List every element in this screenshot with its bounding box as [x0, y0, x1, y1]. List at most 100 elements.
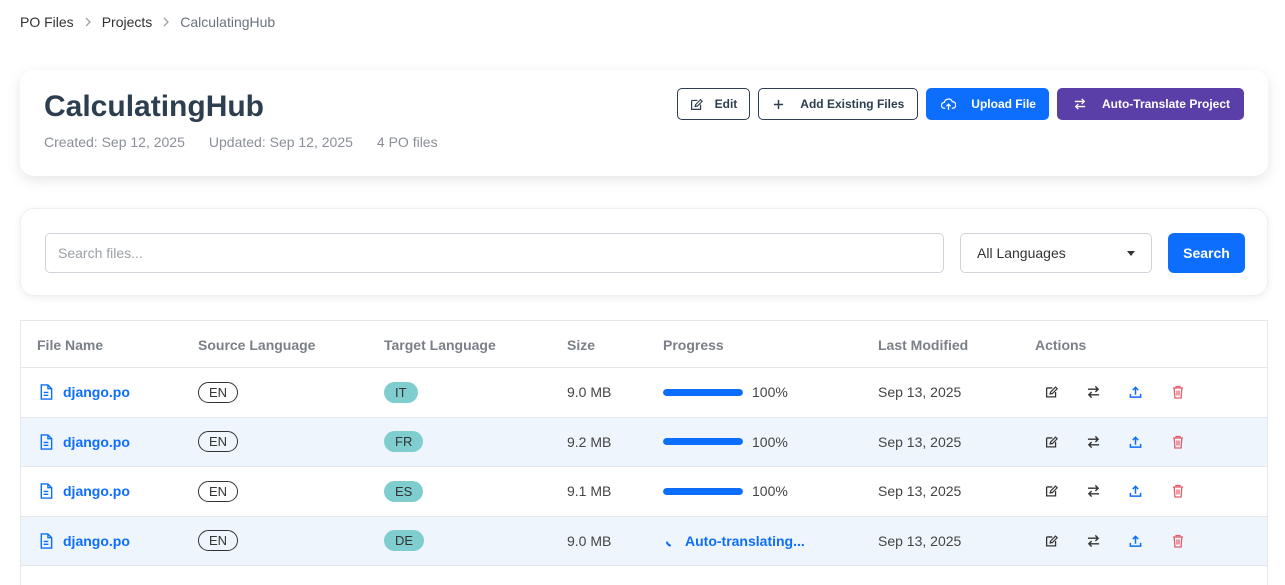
- project-actions: Edit Add Existing Files Upload File Auto…: [676, 88, 1244, 120]
- last-modified: Sep 13, 2025: [878, 433, 962, 450]
- progress-label: 100%: [752, 384, 788, 401]
- file-size: 9.1 MB: [567, 483, 612, 500]
- file-size: 9.0 MB: [567, 532, 612, 549]
- file-name-link[interactable]: django.po: [39, 517, 130, 566]
- target-language-badge: DE: [384, 530, 425, 552]
- add-existing-files-button[interactable]: Add Existing Files: [758, 88, 919, 120]
- row-actions: [1045, 517, 1185, 566]
- table-header: File Name Source Language Target Languag…: [21, 321, 1267, 368]
- source-language-cell: EN: [198, 517, 239, 566]
- upload-icon[interactable]: [1129, 435, 1142, 448]
- upload-icon[interactable]: [1129, 485, 1142, 498]
- file-name: django.po: [63, 483, 130, 500]
- file-icon: [39, 384, 53, 401]
- file-name: django.po: [63, 433, 130, 450]
- header-file-name[interactable]: File Name: [37, 337, 103, 353]
- auto-translating-status: Auto-translating...: [685, 532, 805, 549]
- progress-label: 100%: [752, 433, 788, 450]
- language-select-value: All Languages: [977, 245, 1066, 261]
- file-icon: [39, 483, 53, 500]
- header-last-modified[interactable]: Last Modified: [878, 337, 968, 353]
- language-select[interactable]: All Languages: [960, 233, 1152, 273]
- target-language-cell: IT: [384, 368, 418, 417]
- trash-icon[interactable]: [1172, 435, 1184, 449]
- search-input[interactable]: [45, 233, 944, 273]
- cloud-upload-icon: [941, 97, 957, 111]
- header-source-language[interactable]: Source Language: [198, 337, 315, 353]
- translate-arrows-icon[interactable]: [1087, 534, 1100, 547]
- translate-arrows-icon[interactable]: [1087, 435, 1100, 448]
- source-language-badge: EN: [198, 431, 239, 453]
- trash-icon[interactable]: [1172, 534, 1184, 548]
- progress-bar: [663, 487, 743, 495]
- header-actions: Actions: [1035, 337, 1087, 353]
- progress-fill: [663, 388, 743, 396]
- file-name-link[interactable]: django.po: [39, 467, 130, 516]
- last-modified: Sep 13, 2025: [878, 483, 962, 500]
- trash-icon[interactable]: [1172, 484, 1184, 498]
- translate-arrows-icon[interactable]: [1087, 485, 1100, 498]
- chevron-right-icon: [162, 17, 170, 27]
- edit-label: Edit: [714, 97, 738, 111]
- progress-cell: 100%: [663, 467, 788, 516]
- upload-icon[interactable]: [1129, 386, 1142, 399]
- progress-fill: [663, 487, 743, 495]
- edit-icon[interactable]: [1045, 485, 1058, 498]
- row-actions: [1045, 418, 1185, 467]
- trash-icon[interactable]: [1172, 385, 1184, 399]
- add-existing-label: Add Existing Files: [800, 97, 905, 111]
- file-name: django.po: [63, 532, 130, 549]
- updated-date: Updated: Sep 12, 2025: [208, 134, 353, 150]
- edit-button[interactable]: Edit: [676, 88, 751, 120]
- translate-arrows-icon: [1074, 98, 1086, 110]
- project-header-card: CalculatingHub Created: Sep 12, 2025 Upd…: [20, 70, 1268, 176]
- file-name: django.po: [63, 384, 130, 401]
- auto-translate-label: Auto-Translate Project: [1101, 97, 1230, 111]
- source-language-badge: EN: [198, 381, 239, 403]
- project-meta: Created: Sep 12, 2025 Updated: Sep 12, 2…: [44, 134, 462, 150]
- upload-file-button[interactable]: Upload File: [926, 88, 1049, 120]
- translate-arrows-icon[interactable]: [1087, 386, 1100, 399]
- progress-bar: [663, 388, 743, 396]
- file-icon: [39, 532, 53, 549]
- source-language-badge: EN: [198, 480, 239, 502]
- edit-icon[interactable]: [1045, 435, 1058, 448]
- plus-icon: [773, 99, 784, 110]
- last-modified: Sep 13, 2025: [878, 384, 962, 401]
- target-language-badge: IT: [384, 381, 418, 403]
- edit-icon[interactable]: [1045, 386, 1058, 399]
- target-language-badge: FR: [384, 431, 424, 453]
- progress-bar: [663, 438, 743, 446]
- table-row: django.po EN FR 9.2 MB 100% Sep 13, 2025: [21, 417, 1267, 467]
- file-size: 9.0 MB: [567, 384, 612, 401]
- file-name-link[interactable]: django.po: [39, 368, 130, 417]
- progress-cell: 100%: [663, 418, 788, 467]
- file-icon: [39, 433, 53, 450]
- progress-cell: Auto-translating...: [663, 517, 805, 566]
- header-progress[interactable]: Progress: [663, 337, 724, 353]
- edit-icon[interactable]: [1045, 534, 1058, 547]
- breadcrumb-po-files[interactable]: PO Files: [20, 14, 74, 30]
- table-row: django.po EN ES 9.1 MB 100% Sep 13, 2025: [21, 467, 1267, 517]
- table-body: django.po EN IT 9.0 MB 100% Sep 13, 2025…: [21, 368, 1267, 566]
- created-date: Created: Sep 12, 2025: [44, 134, 185, 150]
- table-row: django.po EN DE 9.0 MB Auto-translating.…: [21, 516, 1267, 566]
- source-language-badge: EN: [198, 530, 239, 552]
- search-button[interactable]: Search: [1168, 233, 1245, 273]
- target-language-cell: DE: [384, 517, 425, 566]
- progress-fill: [663, 438, 743, 446]
- caret-down-icon: [1127, 250, 1135, 256]
- auto-translate-project-button[interactable]: Auto-Translate Project: [1056, 88, 1244, 120]
- breadcrumb-projects[interactable]: Projects: [102, 14, 153, 30]
- source-language-cell: EN: [198, 368, 239, 417]
- chevron-right-icon: [84, 17, 92, 27]
- breadcrumb: PO Files Projects CalculatingHub: [20, 14, 275, 30]
- target-language-cell: ES: [384, 467, 424, 516]
- file-name-link[interactable]: django.po: [39, 418, 130, 467]
- header-size[interactable]: Size: [567, 337, 595, 353]
- edit-icon: [690, 98, 703, 111]
- upload-icon[interactable]: [1129, 534, 1142, 547]
- source-language-cell: EN: [198, 467, 239, 516]
- source-language-cell: EN: [198, 418, 239, 467]
- header-target-language[interactable]: Target Language: [384, 337, 496, 353]
